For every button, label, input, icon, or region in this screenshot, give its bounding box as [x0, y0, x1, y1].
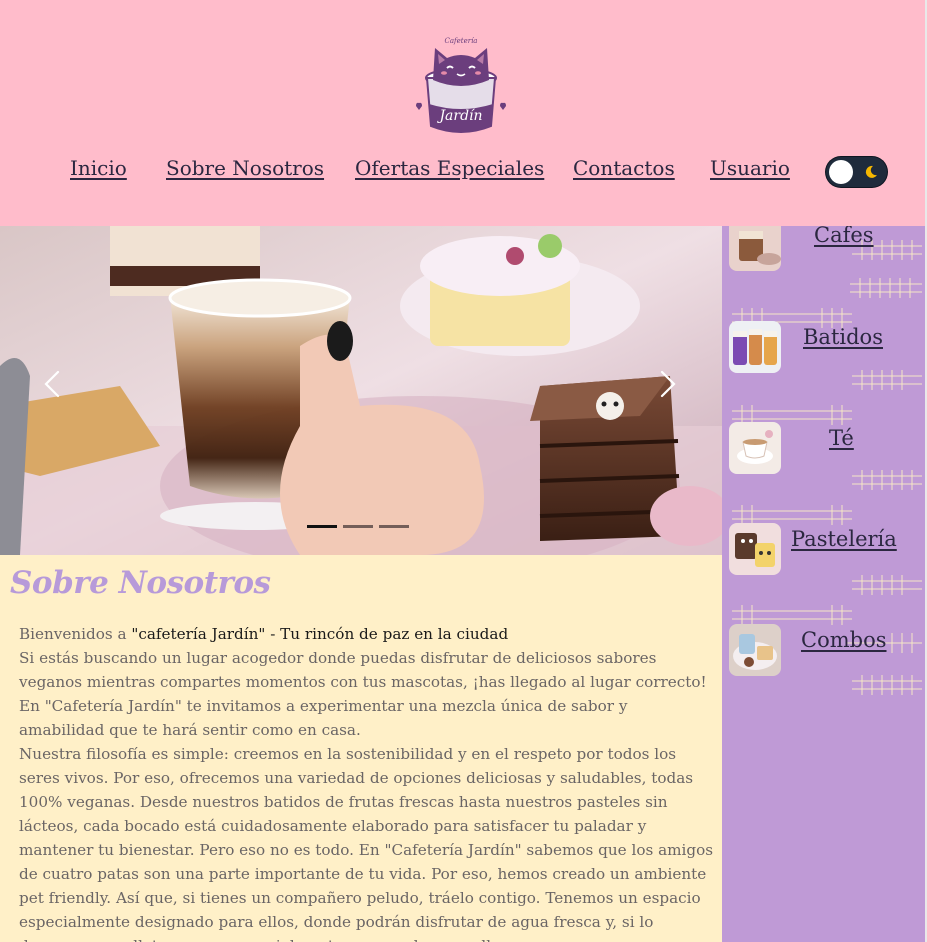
carousel-indicator-2[interactable] [343, 525, 373, 528]
category-te[interactable]: Té [722, 422, 927, 482]
category-pasteleria-image [729, 523, 781, 575]
about-intro: Bienvenidos a "cafetería Jardín" - Tu ri… [19, 622, 714, 646]
category-combos[interactable]: Combos [722, 624, 927, 684]
category-batidos-label[interactable]: Batidos [803, 325, 883, 349]
category-combos-image [729, 624, 781, 676]
moon-icon [865, 165, 877, 178]
about-text: Bienvenidos a "cafetería Jardín" - Tu ri… [19, 622, 714, 942]
category-batidos[interactable]: Batidos [722, 321, 927, 381]
nav-link-usuario[interactable]: Usuario [710, 156, 790, 180]
about-intro-highlight: "cafetería Jardín" - Tu rincón de paz en… [131, 625, 509, 643]
brand-logo[interactable]: Cafetería Jardín [413, 34, 511, 138]
carousel-indicator-1[interactable] [307, 525, 337, 528]
nav-link-contactos[interactable]: Contactos [573, 156, 675, 180]
nav-link-sobre-nosotros[interactable]: Sobre Nosotros [166, 156, 324, 180]
carousel-prev-button[interactable] [38, 364, 68, 404]
about-section: Sobre Nosotros Bienvenidos a "cafetería … [0, 555, 722, 942]
chevron-left-icon [44, 370, 60, 398]
carousel-indicator-3[interactable] [379, 525, 409, 528]
category-cafes[interactable]: Cafes [722, 226, 927, 279]
about-paragraph-1: Si estás buscando un lugar acogedor dond… [19, 649, 707, 739]
category-te-label[interactable]: Té [829, 426, 854, 450]
category-pasteleria[interactable]: Pastelería [722, 523, 927, 583]
category-pasteleria-label[interactable]: Pastelería [791, 527, 897, 551]
category-te-image [729, 422, 781, 474]
carousel-slide-image [0, 226, 722, 555]
nav-link-ofertas-especiales[interactable]: Ofertas Especiales [355, 156, 544, 180]
carousel-next-button[interactable] [652, 364, 682, 404]
category-cafes-label[interactable]: Cafes [814, 226, 874, 247]
toggle-knob [829, 160, 853, 184]
brand-top-text: Cafetería [445, 37, 478, 45]
main-nav: Inicio Sobre Nosotros Ofertas Especiales… [0, 152, 927, 192]
about-intro-prefix: Bienvenidos a [19, 625, 132, 643]
category-sidebar: Cafes Batidos Té Pastelería Combos [722, 226, 927, 942]
about-paragraph-2: Nuestra filosofía es simple: creemos en … [19, 745, 714, 942]
nav-link-inicio[interactable]: Inicio [70, 156, 127, 180]
brand-name: Jardín [436, 108, 482, 124]
category-combos-label[interactable]: Combos [801, 628, 887, 652]
site-header: Cafetería Jardín Inicio Sobre Nosotros O… [0, 0, 927, 226]
chevron-right-icon [660, 370, 676, 398]
category-batidos-image [729, 321, 781, 373]
category-cafes-image [729, 226, 781, 271]
about-title: Sobre Nosotros [10, 565, 271, 601]
hero-carousel [0, 226, 722, 555]
theme-toggle[interactable] [826, 157, 887, 187]
